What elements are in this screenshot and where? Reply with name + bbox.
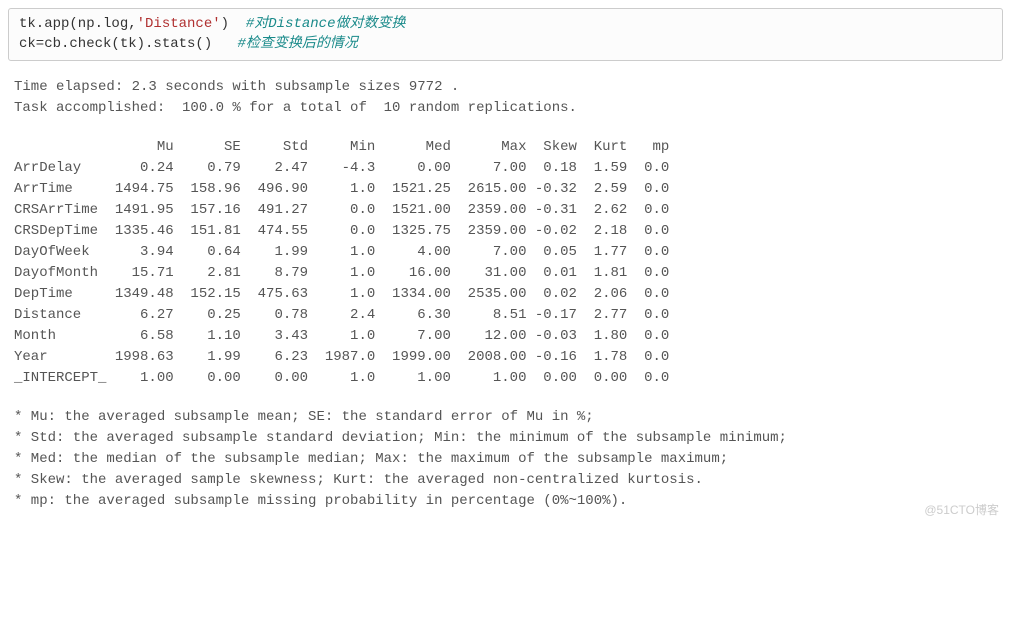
code-line-1: tk.app(np.log,'Distance') #对Distance做对数变… bbox=[19, 15, 992, 35]
output-line-task: Task accomplished: 100.0 % for a total o… bbox=[14, 98, 997, 119]
code-text: tk.app(np.log, bbox=[19, 16, 137, 32]
table-row: Year 1998.63 1.99 6.23 1987.0 1999.00 20… bbox=[14, 347, 997, 368]
watermark: @51CTO博客 bbox=[924, 501, 999, 518]
code-text: ck=cb.check(tk).stats() bbox=[19, 36, 237, 52]
stats-table: Mu SE Std Min Med Max Skew Kurt mp ArrDe… bbox=[14, 137, 997, 389]
table-row: _INTERCEPT_ 1.00 0.00 0.00 1.0 1.00 1.00… bbox=[14, 368, 997, 389]
code-block: tk.app(np.log,'Distance') #对Distance做对数变… bbox=[8, 8, 1003, 61]
table-row: CRSArrTime 1491.95 157.16 491.27 0.0 152… bbox=[14, 200, 997, 221]
table-row: DepTime 1349.48 152.15 475.63 1.0 1334.0… bbox=[14, 284, 997, 305]
table-header: Mu SE Std Min Med Max Skew Kurt mp bbox=[14, 137, 997, 158]
table-row: Distance 6.27 0.25 0.78 2.4 6.30 8.51 -0… bbox=[14, 305, 997, 326]
table-row: Month 6.58 1.10 3.43 1.0 7.00 12.00 -0.0… bbox=[14, 326, 997, 347]
note-line: * Std: the averaged subsample standard d… bbox=[14, 428, 997, 449]
notes-block: * Mu: the averaged subsample mean; SE: t… bbox=[14, 407, 997, 512]
note-line: * Mu: the averaged subsample mean; SE: t… bbox=[14, 407, 997, 428]
code-comment: #对Distance做对数变换 bbox=[246, 16, 406, 32]
note-line: * Skew: the averaged sample skewness; Ku… bbox=[14, 470, 997, 491]
code-string: 'Distance' bbox=[137, 16, 221, 32]
output-line-time: Time elapsed: 2.3 seconds with subsample… bbox=[14, 77, 997, 98]
output-block: Time elapsed: 2.3 seconds with subsample… bbox=[0, 73, 1011, 526]
table-row: DayofMonth 15.71 2.81 8.79 1.0 16.00 31.… bbox=[14, 263, 997, 284]
table-row: DayOfWeek 3.94 0.64 1.99 1.0 4.00 7.00 0… bbox=[14, 242, 997, 263]
table-row: ArrDelay 0.24 0.79 2.47 -4.3 0.00 7.00 0… bbox=[14, 158, 997, 179]
table-row: CRSDepTime 1335.46 151.81 474.55 0.0 132… bbox=[14, 221, 997, 242]
table-row: ArrTime 1494.75 158.96 496.90 1.0 1521.2… bbox=[14, 179, 997, 200]
code-text: ) bbox=[221, 16, 246, 32]
note-line: * mp: the averaged subsample missing pro… bbox=[14, 491, 997, 512]
code-comment: #检查变换后的情况 bbox=[237, 36, 357, 52]
code-line-2: ck=cb.check(tk).stats() #检查变换后的情况 bbox=[19, 35, 992, 55]
note-line: * Med: the median of the subsample media… bbox=[14, 449, 997, 470]
